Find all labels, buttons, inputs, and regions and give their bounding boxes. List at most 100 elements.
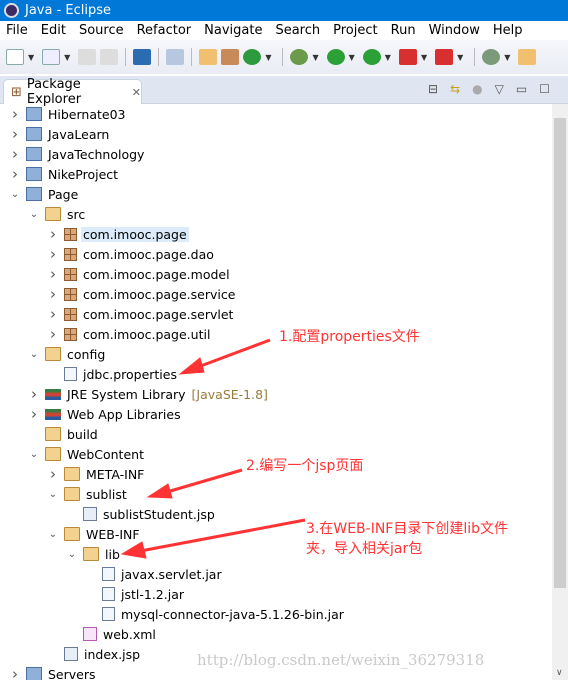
run-external-tools-icon[interactable]	[362, 49, 381, 65]
chevron-down-icon[interactable]: ▼	[504, 53, 510, 62]
view-menu-icon[interactable]: ▽	[495, 82, 504, 96]
chevron-right-icon[interactable]: ›	[47, 245, 59, 263]
tree-item[interactable]: › com.imooc.page.model	[47, 264, 232, 284]
run-server-icon[interactable]	[435, 49, 454, 65]
menu-window[interactable]: Window	[429, 23, 480, 38]
tree-item[interactable]: ⌄ config	[28, 344, 107, 364]
menu-file[interactable]: File	[6, 23, 28, 38]
tree-item[interactable]: ⌄ WEB-INF	[47, 524, 142, 544]
folder-icon	[45, 427, 61, 441]
menu-navigate[interactable]: Navigate	[204, 23, 262, 38]
chevron-right-icon[interactable]: ›	[9, 165, 21, 183]
open-folder-icon[interactable]	[518, 49, 537, 65]
minimize-icon[interactable]: ▭	[516, 82, 527, 96]
tree-item[interactable]: › JavaLearn	[9, 124, 111, 144]
title-bar: Java - Eclipse	[0, 0, 568, 21]
chevron-down-icon[interactable]: ⌄	[28, 349, 40, 360]
chevron-down-icon[interactable]: ⌄	[28, 449, 40, 460]
chevron-down-icon[interactable]: ▼	[64, 53, 70, 62]
tree-item[interactable]: › JRE System Library [JavaSE-1.8]	[28, 384, 268, 404]
chevron-right-icon[interactable]: ›	[9, 105, 21, 123]
menu-source[interactable]: Source	[79, 23, 124, 38]
chevron-down-icon[interactable]: ▼	[349, 53, 355, 62]
chevron-right-icon[interactable]: ›	[47, 285, 59, 303]
chevron-down-icon[interactable]: ▼	[457, 53, 463, 62]
vertical-scrollbar[interactable]: ∨	[552, 104, 568, 680]
chevron-right-icon[interactable]: ›	[9, 665, 21, 680]
chevron-down-icon[interactable]: ▼	[421, 53, 427, 62]
chevron-right-icon[interactable]: ›	[9, 145, 21, 163]
tree-item[interactable]: ⌄ sublist	[47, 484, 129, 504]
new-icon[interactable]	[6, 49, 24, 65]
chevron-down-icon[interactable]: ▼	[312, 53, 318, 62]
stop-icon[interactable]	[398, 49, 417, 65]
menu-project[interactable]: Project	[333, 23, 377, 38]
tree-item[interactable]: jdbc.properties	[47, 364, 179, 384]
close-icon[interactable]: ✕	[132, 86, 141, 99]
tree-item[interactable]: index.jsp	[47, 644, 142, 664]
chevron-right-icon[interactable]: ›	[9, 125, 21, 143]
open-type-icon[interactable]	[199, 49, 218, 65]
tree-item[interactable]: ⌄ WebContent	[28, 444, 146, 464]
tree-item[interactable]: ⌄ src	[28, 204, 87, 224]
chevron-right-icon[interactable]: ›	[47, 325, 59, 343]
tree-item[interactable]: › JavaTechnology	[9, 144, 146, 164]
new-package-icon[interactable]	[221, 49, 240, 65]
chevron-down-icon[interactable]: ⌄	[66, 549, 78, 560]
scroll-down-icon[interactable]: ∨	[556, 668, 563, 678]
chevron-down-icon[interactable]: ▼	[385, 53, 391, 62]
collapse-all-icon[interactable]: ⊟	[428, 82, 438, 96]
tree-item[interactable]: › com.imooc.page.servlet	[47, 304, 235, 324]
chevron-right-icon[interactable]: ›	[28, 385, 40, 403]
project-icon	[26, 147, 42, 161]
tree-item[interactable]: › NikeProject	[9, 164, 120, 184]
tree-item[interactable]: › Web App Libraries	[28, 404, 183, 424]
menu-search[interactable]: Search	[275, 23, 320, 38]
menu-refactor[interactable]: Refactor	[137, 23, 192, 38]
menu-edit[interactable]: Edit	[41, 23, 66, 38]
tree-item[interactable]: web.xml	[66, 624, 158, 644]
coverage-icon[interactable]	[482, 49, 501, 65]
tab-package-explorer[interactable]: ⊞ Package Explorer ✕	[3, 77, 142, 107]
chevron-down-icon[interactable]: ⌄	[28, 209, 40, 220]
tree-item[interactable]: › Hibernate03	[9, 104, 128, 124]
save-icon[interactable]	[78, 49, 97, 65]
chevron-down-icon[interactable]: ▼	[28, 53, 34, 62]
tree-item[interactable]: build	[28, 424, 100, 444]
menu-run[interactable]: Run	[391, 23, 416, 38]
chevron-right-icon[interactable]: ›	[47, 225, 59, 243]
chevron-down-icon[interactable]: ⌄	[47, 489, 59, 500]
tree-item-label: Page	[48, 186, 79, 202]
tree-item[interactable]: › com.imooc.page	[47, 224, 189, 244]
tree-item[interactable]: jstl-1.2.jar	[85, 584, 186, 604]
skip-breakpoints-icon[interactable]	[166, 49, 185, 65]
link-with-editor-icon[interactable]: ⇆	[450, 82, 460, 96]
new-class-icon[interactable]	[243, 49, 262, 65]
chevron-right-icon[interactable]: ›	[47, 465, 59, 483]
tree-item[interactable]: ⌄ Page	[9, 184, 80, 204]
tree-item[interactable]: sublistStudent.jsp	[66, 504, 217, 524]
chevron-right-icon[interactable]: ›	[28, 405, 40, 423]
chevron-down-icon[interactable]: ▼	[265, 53, 271, 62]
filter-icon[interactable]: ●	[472, 82, 482, 96]
maximize-icon[interactable]: ☐	[539, 82, 550, 96]
console-icon[interactable]	[133, 49, 152, 65]
chevron-down-icon[interactable]: ⌄	[47, 529, 59, 540]
menu-help[interactable]: Help	[493, 23, 523, 38]
tree-item[interactable]: › META-INF	[47, 464, 146, 484]
tree-item[interactable]: › com.imooc.page.service	[47, 284, 237, 304]
tree-item[interactable]: mysql-connector-java-5.1.26-bin.jar	[85, 604, 346, 624]
chevron-right-icon[interactable]: ›	[47, 305, 59, 323]
new-wizard-icon[interactable]	[42, 49, 61, 65]
scrollbar-thumb[interactable]	[554, 118, 566, 588]
tree-item[interactable]: › com.imooc.page.util	[47, 324, 212, 344]
save-all-icon[interactable]	[100, 49, 119, 65]
run-icon[interactable]	[326, 49, 345, 65]
chevron-down-icon[interactable]: ⌄	[9, 189, 21, 200]
tree-item[interactable]: › Servers	[9, 664, 98, 680]
chevron-right-icon[interactable]: ›	[47, 265, 59, 283]
tree-item[interactable]: ⌄ lib	[66, 544, 122, 564]
tree-item[interactable]: javax.servlet.jar	[85, 564, 224, 584]
tree-item[interactable]: › com.imooc.page.dao	[47, 244, 216, 264]
debug-icon[interactable]	[290, 49, 309, 65]
